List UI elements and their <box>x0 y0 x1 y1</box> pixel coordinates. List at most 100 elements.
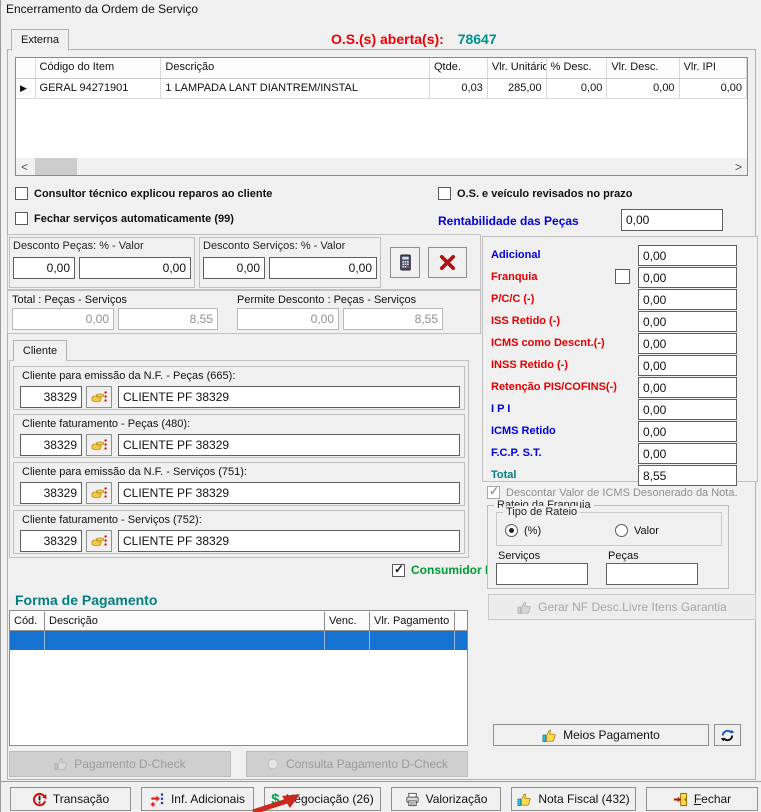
consulta-dcheck-button: Consulta Pagamento D-Check <box>246 751 468 777</box>
cliente-nf-servicos-code-input[interactable] <box>20 482 82 504</box>
ipi-input[interactable] <box>638 399 737 420</box>
icms-descnt-input[interactable] <box>638 333 737 354</box>
lookup-hand-icon <box>91 437 107 453</box>
ipi-label: I P I <box>491 403 510 415</box>
total-input[interactable] <box>638 465 737 486</box>
col-vlr-ipi[interactable]: Vlr. IPI <box>680 58 747 78</box>
fechar-auto-checkbox[interactable] <box>15 212 28 225</box>
pay-col-descricao[interactable]: Descrição <box>45 611 325 631</box>
permite-desconto-label: Permite Desconto : Peças - Serviços <box>237 294 416 306</box>
pay-col-venc[interactable]: Venc. <box>325 611 370 631</box>
totais-panel: Total : Peças - Serviços Permite Descont… <box>7 290 481 334</box>
scrollbar-track[interactable] <box>33 158 730 175</box>
service-order-close-window: Encerramento da Ordem de Serviço Externa… <box>0 0 761 812</box>
retencao-pis-cofins-input[interactable] <box>638 377 737 398</box>
cliente-nf-pecas-label: Cliente para emissão da N.F. - Peças (66… <box>22 370 235 382</box>
os-open-label: O.S.(s) aberta(s): <box>331 31 444 47</box>
cliente-fat-pecas-lookup-button[interactable] <box>86 434 112 456</box>
total-servicos-field <box>118 308 218 330</box>
desconto-pecas-valor-input[interactable] <box>79 257 191 279</box>
franquia-checkbox[interactable] <box>615 269 630 284</box>
tab-cliente[interactable]: Cliente <box>13 340 67 361</box>
dollar-icon: $ <box>271 791 279 808</box>
cliente-nf-servicos-lookup-button[interactable] <box>86 482 112 504</box>
fechar-button[interactable]: Fechar <box>646 787 758 811</box>
items-grid-hscrollbar[interactable]: < > <box>16 158 747 175</box>
cliente-nf-pecas-code-input[interactable] <box>20 386 82 408</box>
consulta-dcheck-label: Consulta Pagamento D-Check <box>286 757 448 771</box>
inss-retido-label: INSS Retido (-) <box>491 359 568 371</box>
valorizacao-button[interactable]: Valorização <box>391 787 501 811</box>
col-vlr-unitario[interactable]: Vlr. Unitário <box>488 58 547 78</box>
payment-selected-row[interactable] <box>10 631 467 650</box>
col-codigo-item[interactable]: Código do Item <box>36 58 162 78</box>
option-consultor: Consultor técnico explicou reparos ao cl… <box>15 187 272 200</box>
rateio-servicos-input[interactable] <box>496 563 588 585</box>
desconto-servicos-valor-input[interactable] <box>269 257 377 279</box>
negociacao-label: Negociação (26) <box>286 792 374 806</box>
rateio-pct-radio[interactable] <box>505 524 518 537</box>
desconto-pecas-pct-input[interactable] <box>13 257 75 279</box>
bottom-toolbar: Transação Inf. Adicionais $ Negociação (… <box>1 781 761 812</box>
cliente-fat-pecas-code-input[interactable] <box>20 434 82 456</box>
search-doc-icon <box>266 757 280 771</box>
pay-col-vlr-pagamento[interactable]: Vlr. Pagamento <box>370 611 455 631</box>
meios-pagamento-button[interactable]: Meios Pagamento <box>493 724 709 746</box>
scroll-right-button[interactable]: > <box>730 158 747 175</box>
valorizacao-label: Valorização <box>426 792 488 806</box>
cliente-fat-servicos-code-input[interactable] <box>20 530 82 552</box>
col-vlr-desc[interactable]: Vlr. Desc. <box>607 58 679 78</box>
iss-retido-input[interactable] <box>638 311 737 332</box>
inf-adicionais-button[interactable]: Inf. Adicionais <box>141 787 254 811</box>
cliente-nf-pecas-name-field[interactable] <box>118 386 460 408</box>
cliente-fat-pecas-name-field[interactable] <box>118 434 460 456</box>
revisados-checkbox[interactable] <box>438 187 451 200</box>
adicional-input[interactable] <box>638 245 737 266</box>
fechar-label: Fechar <box>694 792 731 806</box>
nota-fiscal-button[interactable]: Nota Fiscal (432) <box>511 787 636 811</box>
negociacao-button[interactable]: $ Negociação (26) <box>264 787 381 811</box>
pcc-input[interactable] <box>638 289 737 310</box>
total-label: Total <box>491 469 516 481</box>
rateio-valor-radio[interactable] <box>615 524 628 537</box>
cliente-nf-pecas-lookup-button[interactable] <box>86 386 112 408</box>
retencao-pis-cofins-label: Retenção PIS/COFINS(-) <box>491 381 617 393</box>
franquia-input[interactable] <box>638 267 737 288</box>
recalcular-button[interactable] <box>390 247 420 278</box>
os-open-value: 78647 <box>458 31 497 47</box>
pagamento-dcheck-button: Pagamento D-Check <box>9 751 231 777</box>
consumidor-final-checkbox[interactable]: ✓ <box>392 564 405 577</box>
col-perc-desc[interactable]: % Desc. <box>547 58 608 78</box>
cliente-fat-servicos-lookup-button[interactable] <box>86 530 112 552</box>
desconto-servicos-pct-input[interactable] <box>203 257 265 279</box>
transaction-refresh-icon <box>32 792 47 807</box>
icms-desonerado-row: ✓ Descontar Valor de ICMS Desonerado da … <box>487 486 738 499</box>
consultor-checkbox[interactable] <box>15 187 28 200</box>
rateio-valor-option: Valor <box>615 524 659 537</box>
revisados-label: O.S. e veículo revisados no prazo <box>457 188 632 200</box>
thumbs-up-icon <box>54 757 68 771</box>
refresh-button[interactable] <box>714 724 741 746</box>
cell-vlr-ipi: 0,00 <box>680 79 747 98</box>
rateio-pecas-input[interactable] <box>606 563 698 585</box>
col-descricao[interactable]: Descrição <box>161 58 430 78</box>
scrollbar-thumb[interactable] <box>35 158 77 175</box>
limpar-descontos-button[interactable] <box>428 247 467 278</box>
inss-retido-input[interactable] <box>638 355 737 376</box>
icms-retido-input[interactable] <box>638 421 737 442</box>
cliente-nf-servicos-name-field[interactable] <box>118 482 460 504</box>
rateio-valor-label: Valor <box>634 525 659 537</box>
tab-externa[interactable]: Externa <box>11 29 69 51</box>
gerar-nf-garantia-label: Gerar NF Desc.Livre Itens Garantia <box>538 600 727 614</box>
icms-descnt-label: ICMS como Descnt.(-) <box>491 337 605 349</box>
rentabilidade-input[interactable] <box>621 209 723 231</box>
lookup-hand-icon <box>91 533 107 549</box>
pay-col-cod[interactable]: Cód. <box>10 611 45 631</box>
pagamento-dcheck-label: Pagamento D-Check <box>74 757 185 771</box>
fcp-st-input[interactable] <box>638 443 737 464</box>
transacao-button[interactable]: Transação <box>10 787 131 811</box>
items-grid-row[interactable]: ▶ GERAL 94271901 1 LAMPADA LANT DIANTREM… <box>16 79 747 99</box>
scroll-left-button[interactable]: < <box>16 158 33 175</box>
col-qtde[interactable]: Qtde. <box>430 58 488 78</box>
cliente-fat-servicos-name-field[interactable] <box>118 530 460 552</box>
